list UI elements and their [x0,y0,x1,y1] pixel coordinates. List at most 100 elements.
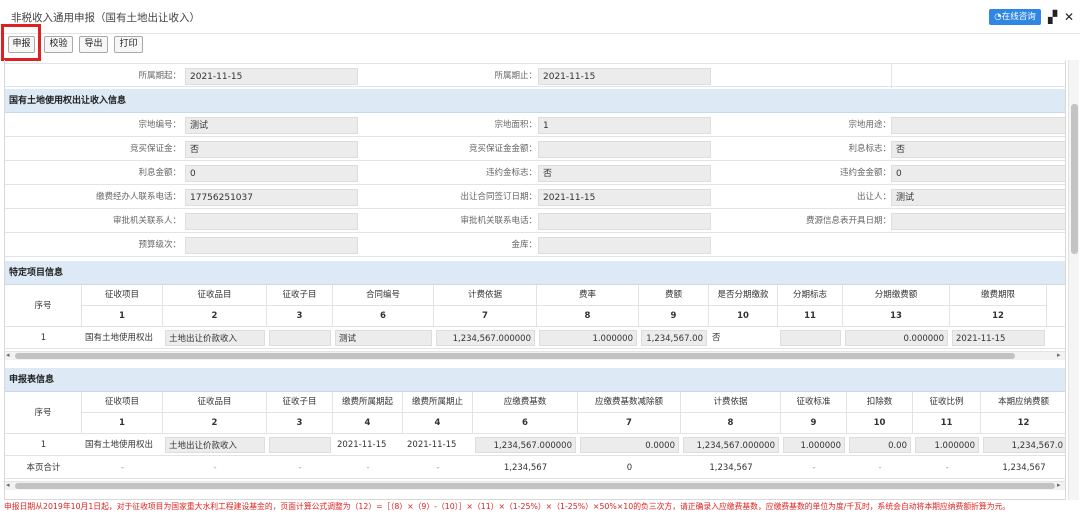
row-item: 国有土地使用权出 [85,333,154,343]
row-basis[interactable]: 1,234,567.000000 [436,330,535,346]
land-row: 缴费经办人联系电话： 17756251037 出让合同签订日期： 2021-11-15… [5,185,1065,209]
land-row: 利息金额： 0 违约金标志：否违约金金额： 0 [5,161,1065,185]
close-icon[interactable]: ✕ [1064,9,1074,25]
field-label: 违约金金额： [839,168,891,178]
horizontal-scrollbar[interactable]: ◂ ▸ [5,351,1065,360]
row-inst-amount[interactable]: 0.000000 [845,330,948,346]
print-button[interactable]: 打印 [114,36,143,53]
online-consult-button[interactable]: ◔在线咨询 [989,9,1041,25]
declare-highlight-box [1,24,41,61]
horizontal-scroll-thumb[interactable] [15,353,1015,359]
field-label: 出让人： [856,192,891,202]
field-label: 利息标志： [848,144,891,154]
row-seq: 1 [40,333,47,343]
header-7: 费率 [537,285,639,306]
horizontal-scroll-thumb[interactable] [15,483,1055,489]
header-2: 征收项目 [82,285,163,306]
column-divider [891,64,892,88]
field-label: 审批机关联系人： [112,216,181,226]
column-number: 9 [781,413,847,434]
column-number: 11 [778,306,843,327]
vertical-scrollbar[interactable] [1068,60,1079,500]
field-value[interactable]: 17756251037 [185,189,358,206]
field-value[interactable] [891,117,1065,134]
header-3: 征收品目 [163,285,267,306]
row-basis[interactable]: 1,234,567.000000 [683,437,779,453]
row-flag[interactable] [780,330,841,346]
field-value[interactable]: 0 [185,165,358,182]
field-label: 竞买保证金金额： [468,144,537,154]
row-subitem[interactable] [269,437,331,453]
field-value[interactable] [185,237,358,254]
field-value[interactable] [538,237,711,254]
row-due[interactable]: 1,234,567.0 [983,437,1065,453]
headset-icon: ◔ [994,12,1002,22]
field-value[interactable]: 否 [891,141,1065,158]
field-label: 金库： [511,240,537,250]
verify-button[interactable]: 校验 [44,36,73,53]
row-end[interactable]: 2021-11-15 [407,435,471,455]
period-end-field[interactable]: 2021-11-15 [538,68,711,85]
total-dash: - [366,463,370,473]
field-value[interactable]: 1 [538,117,711,134]
total-dash: - [812,463,816,473]
row-deduct[interactable]: 0.0000 [580,437,679,453]
restore-icon[interactable]: ▞ [1048,9,1057,25]
column-number: 3 [267,413,333,434]
row-sub[interactable]: 土地出让价款收入 [165,437,265,453]
total-dash: - [436,463,440,473]
period-row: 所属期起： 2021-11-15 所属期止： 2021-11-15 [5,63,1065,88]
column-number: 2 [163,413,267,434]
row-deadline[interactable]: 2021-11-15 [952,330,1045,346]
field-value[interactable] [891,213,1065,230]
field-value[interactable]: 否 [538,165,711,182]
header-9: 计费依据 [681,392,781,413]
row-contract[interactable]: 测试 [335,330,432,346]
decl-section-header: 申报表信息 [5,368,1065,392]
field-value[interactable]: 2021-11-15 [538,189,711,206]
row-rate[interactable]: 1.000000 [539,330,637,346]
row-ratio[interactable]: 1.000000 [915,437,979,453]
export-button[interactable]: 导出 [79,36,108,53]
window-title: 非税收入通用申报（国有土地出让收入） [11,12,200,24]
scroll-right-icon[interactable]: ▸ [1057,481,1061,489]
column-number: 10 [709,306,778,327]
land-row: 竞买保证金：否竞买保证金金额： 利息标志：否 [5,137,1065,161]
field-value[interactable] [538,213,711,230]
vertical-scroll-thumb[interactable] [1071,104,1078,254]
row-subitem[interactable] [269,330,331,346]
row-sub[interactable]: 土地出让价款收入 [165,330,265,346]
total-deduct: 0 [626,463,633,473]
header-5: 合同编号 [333,285,434,306]
row-less[interactable]: 0.00 [849,437,911,453]
period-start-label: 所属期起： [138,71,181,81]
header-11: 分期缴费额 [843,285,950,306]
row-amount[interactable]: 1,234,567.00 [641,330,707,346]
row-base[interactable]: 1,234,567.000000 [475,437,576,453]
header-8: 应缴费基数减除额 [578,392,681,413]
scroll-right-icon[interactable]: ▸ [1057,351,1061,359]
row-installment[interactable]: 否 [712,328,776,348]
scroll-left-icon[interactable]: ◂ [6,351,10,359]
total-dash: - [298,463,302,473]
field-value[interactable]: 测试 [185,117,358,134]
field-label: 费源信息表开具日期： [805,216,891,226]
land-section-header: 国有土地使用权出让收入信息 [5,89,1065,113]
land-row: 预算级次： 金库： [5,233,1065,257]
scroll-left-icon[interactable]: ◂ [6,481,10,489]
row-standard[interactable]: 1.000000 [783,437,845,453]
column-number: 2 [163,306,267,327]
field-value[interactable] [185,213,358,230]
field-value[interactable]: 否 [185,141,358,158]
land-row: 宗地编号： 测试 宗地面积： 1 宗地用途： [5,113,1065,137]
period-start-field[interactable]: 2021-11-15 [185,68,358,85]
field-value[interactable] [538,141,711,158]
header-4: 征收子目 [267,392,333,413]
field-value[interactable]: 测试 [891,189,1065,206]
header-8: 费额 [639,285,709,306]
field-value[interactable]: 0 [891,165,1065,182]
header-overflow [1047,285,1065,327]
horizontal-scrollbar[interactable]: ◂ ▸ [5,481,1065,490]
header-3: 征收品目 [163,392,267,413]
row-start[interactable]: 2021-11-15 [337,435,401,455]
